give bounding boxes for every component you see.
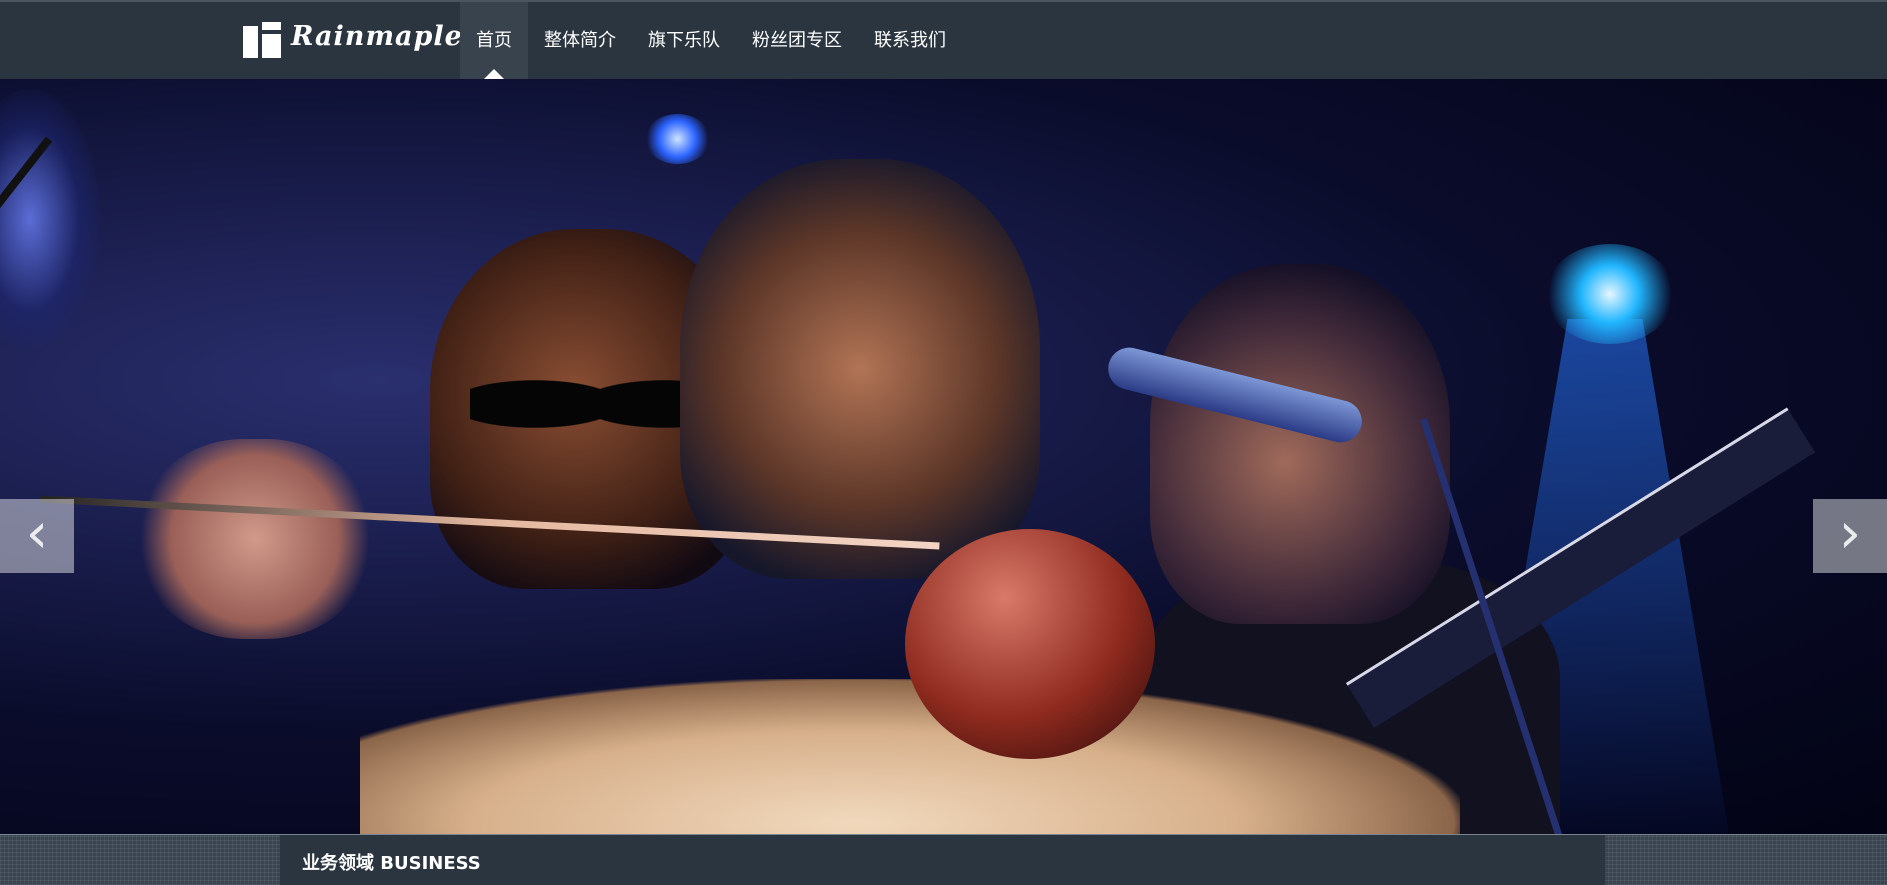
nav-item-fan-club[interactable]: 粉丝团专区 bbox=[736, 2, 858, 79]
section-title: 业务领域 BUSINESS bbox=[302, 853, 481, 874]
carousel-prev-button[interactable]: ‹ bbox=[0, 499, 74, 573]
hero-banner-carousel: ‹ › bbox=[0, 79, 1887, 834]
carousel-next-button[interactable]: › bbox=[1813, 499, 1887, 573]
business-section-bar: 业务领域 BUSINESS bbox=[0, 834, 1887, 885]
nav-item-bands[interactable]: 旗下乐队 bbox=[632, 2, 736, 79]
site-logo[interactable]: Rainmaple bbox=[243, 20, 462, 60]
nav-item-home[interactable]: 首页 bbox=[460, 2, 528, 79]
site-header: Rainmaple 首页 整体简介 旗下乐队 粉丝团专区 联系我们 bbox=[0, 2, 1887, 79]
main-nav: 首页 整体简介 旗下乐队 粉丝团专区 联系我们 bbox=[460, 2, 962, 79]
chevron-right-icon: › bbox=[1838, 501, 1862, 566]
nav-item-contact[interactable]: 联系我们 bbox=[858, 2, 962, 79]
nav-item-overview[interactable]: 整体简介 bbox=[528, 2, 632, 79]
chevron-left-icon: ‹ bbox=[25, 501, 49, 566]
logo-text: Rainmaple bbox=[291, 21, 463, 52]
business-section-header: 业务领域 BUSINESS bbox=[280, 835, 1605, 885]
logo-mark-icon bbox=[243, 22, 281, 58]
